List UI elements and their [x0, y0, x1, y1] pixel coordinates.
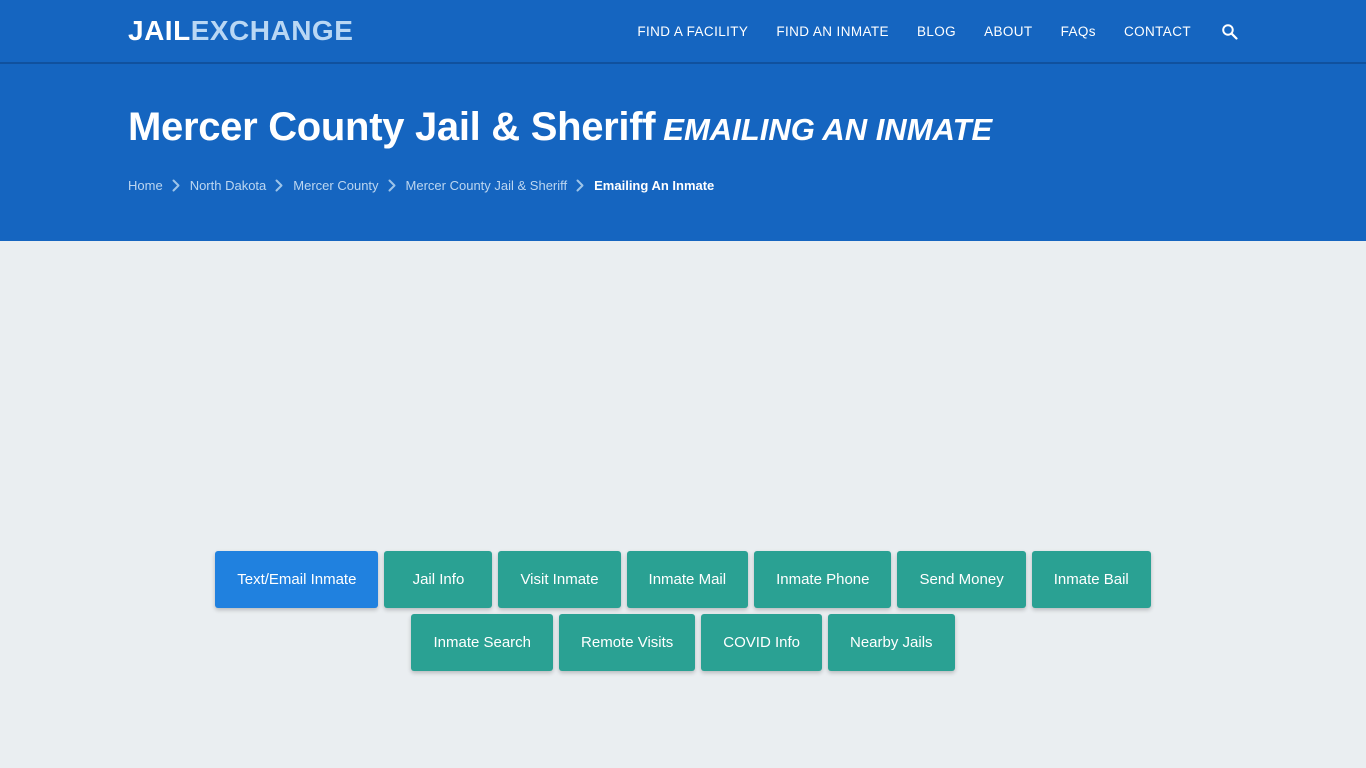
- facility-nav-jail-info[interactable]: Jail Info: [384, 551, 493, 608]
- site-logo[interactable]: JAILEXCHANGE: [128, 17, 353, 45]
- logo-text-primary: JAIL: [128, 15, 191, 46]
- top-navigation-bar: JAILEXCHANGE FIND A FACILITY FIND AN INM…: [0, 0, 1366, 64]
- chevron-right-icon: [172, 179, 181, 192]
- facility-nav-remote-visits[interactable]: Remote Visits: [559, 614, 696, 671]
- facility-nav-visit-inmate[interactable]: Visit Inmate: [498, 551, 621, 608]
- facility-nav-covid-info[interactable]: COVID Info: [701, 614, 822, 671]
- page-title: Mercer County Jail & Sheriff EMAILING AN …: [128, 64, 1238, 150]
- page-hero: Mercer County Jail & Sheriff EMAILING AN …: [0, 64, 1366, 241]
- facility-nav-row-1: Text/Email Inmate Jail Info Visit Inmate…: [0, 551, 1366, 608]
- nav-find-an-inmate[interactable]: FIND AN INMATE: [776, 24, 889, 39]
- facility-nav-text-email-inmate[interactable]: Text/Email Inmate: [215, 551, 379, 608]
- page-title-section: EMAILING AN INMATE: [663, 112, 993, 147]
- breadcrumb-item-facility[interactable]: Mercer County Jail & Sheriff: [406, 178, 568, 193]
- nav-faqs[interactable]: FAQs: [1061, 24, 1096, 39]
- breadcrumb-item-mercer-county[interactable]: Mercer County: [293, 178, 378, 193]
- chevron-right-icon: [388, 179, 397, 192]
- breadcrumb: Home North Dakota Mercer County Mercer C…: [128, 178, 1238, 193]
- facility-nav-inmate-search[interactable]: Inmate Search: [411, 614, 554, 671]
- breadcrumb-item-current: Emailing An Inmate: [594, 178, 715, 193]
- facility-section-nav: Text/Email Inmate Jail Info Visit Inmate…: [0, 551, 1366, 677]
- logo-text-secondary: EXCHANGE: [190, 15, 354, 46]
- main-menu: FIND A FACILITY FIND AN INMATE BLOG ABOU…: [637, 23, 1238, 40]
- nav-blog[interactable]: BLOG: [917, 24, 956, 39]
- facility-nav-inmate-bail[interactable]: Inmate Bail: [1031, 551, 1151, 608]
- chevron-right-icon: [275, 179, 284, 192]
- facility-nav-row-2: Inmate Search Remote Visits COVID Info N…: [0, 614, 1366, 671]
- facility-nav-nearby-jails[interactable]: Nearby Jails: [828, 614, 955, 671]
- search-icon[interactable]: [1221, 23, 1238, 40]
- page-title-facility: Mercer County Jail & Sheriff: [128, 105, 656, 149]
- nav-about[interactable]: ABOUT: [984, 24, 1033, 39]
- facility-nav-inmate-mail[interactable]: Inmate Mail: [626, 551, 749, 608]
- breadcrumb-item-home[interactable]: Home: [128, 178, 163, 193]
- main-content: Text/Email Inmate Jail Info Visit Inmate…: [0, 241, 1366, 768]
- breadcrumb-item-north-dakota[interactable]: North Dakota: [190, 178, 267, 193]
- facility-nav-inmate-phone[interactable]: Inmate Phone: [754, 551, 892, 608]
- nav-contact[interactable]: CONTACT: [1124, 24, 1191, 39]
- facility-nav-send-money[interactable]: Send Money: [897, 551, 1026, 608]
- nav-find-a-facility[interactable]: FIND A FACILITY: [637, 24, 748, 39]
- chevron-right-icon: [576, 179, 585, 192]
